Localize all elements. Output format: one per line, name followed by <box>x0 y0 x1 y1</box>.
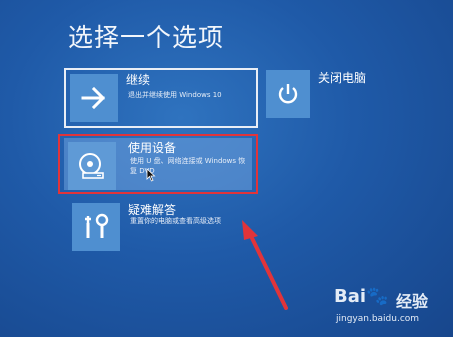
paw-icon: 🐾 <box>366 286 389 307</box>
watermark-url: jingyan.baidu.com <box>336 314 420 324</box>
use-device-option[interactable]: 使用设备 使用 U 盘、网络连接或 Windows 恢复 DVD <box>58 134 258 194</box>
watermark-site-name: 经验 <box>396 292 429 311</box>
power-icon <box>278 84 298 104</box>
shutdown-tile <box>266 70 310 118</box>
troubleshoot-option[interactable]: 疑难解答 重置你的电脑或查看高级选项 <box>70 198 260 258</box>
baidu-jingyan-watermark: Bai🐾 经验 jingyan.baidu.com <box>334 286 446 332</box>
watermark-logo: Bai🐾 <box>334 286 389 307</box>
use-device-title: 使用设备 <box>128 141 177 155</box>
mouse-cursor-icon <box>146 168 156 182</box>
troubleshoot-tile <box>72 203 120 251</box>
shutdown-title: 关闭电脑 <box>318 71 367 85</box>
continue-option[interactable]: 继续 退出并继续使用 Windows 10 <box>64 68 258 128</box>
shutdown-option[interactable]: 关闭电脑 <box>266 68 386 128</box>
tools-icon <box>85 213 109 238</box>
arrow-right-icon <box>81 87 106 109</box>
continue-tile <box>70 74 118 122</box>
troubleshoot-description: 重置你的电脑或查看高级选项 <box>130 217 221 225</box>
annotation-arrow-icon <box>242 220 288 310</box>
continue-title: 继续 <box>126 73 151 87</box>
disc-drive-icon <box>79 153 104 179</box>
continue-description: 退出并继续使用 Windows 10 <box>128 91 222 99</box>
page-title: 选择一个选项 <box>68 23 225 52</box>
use-device-tile <box>68 142 116 190</box>
